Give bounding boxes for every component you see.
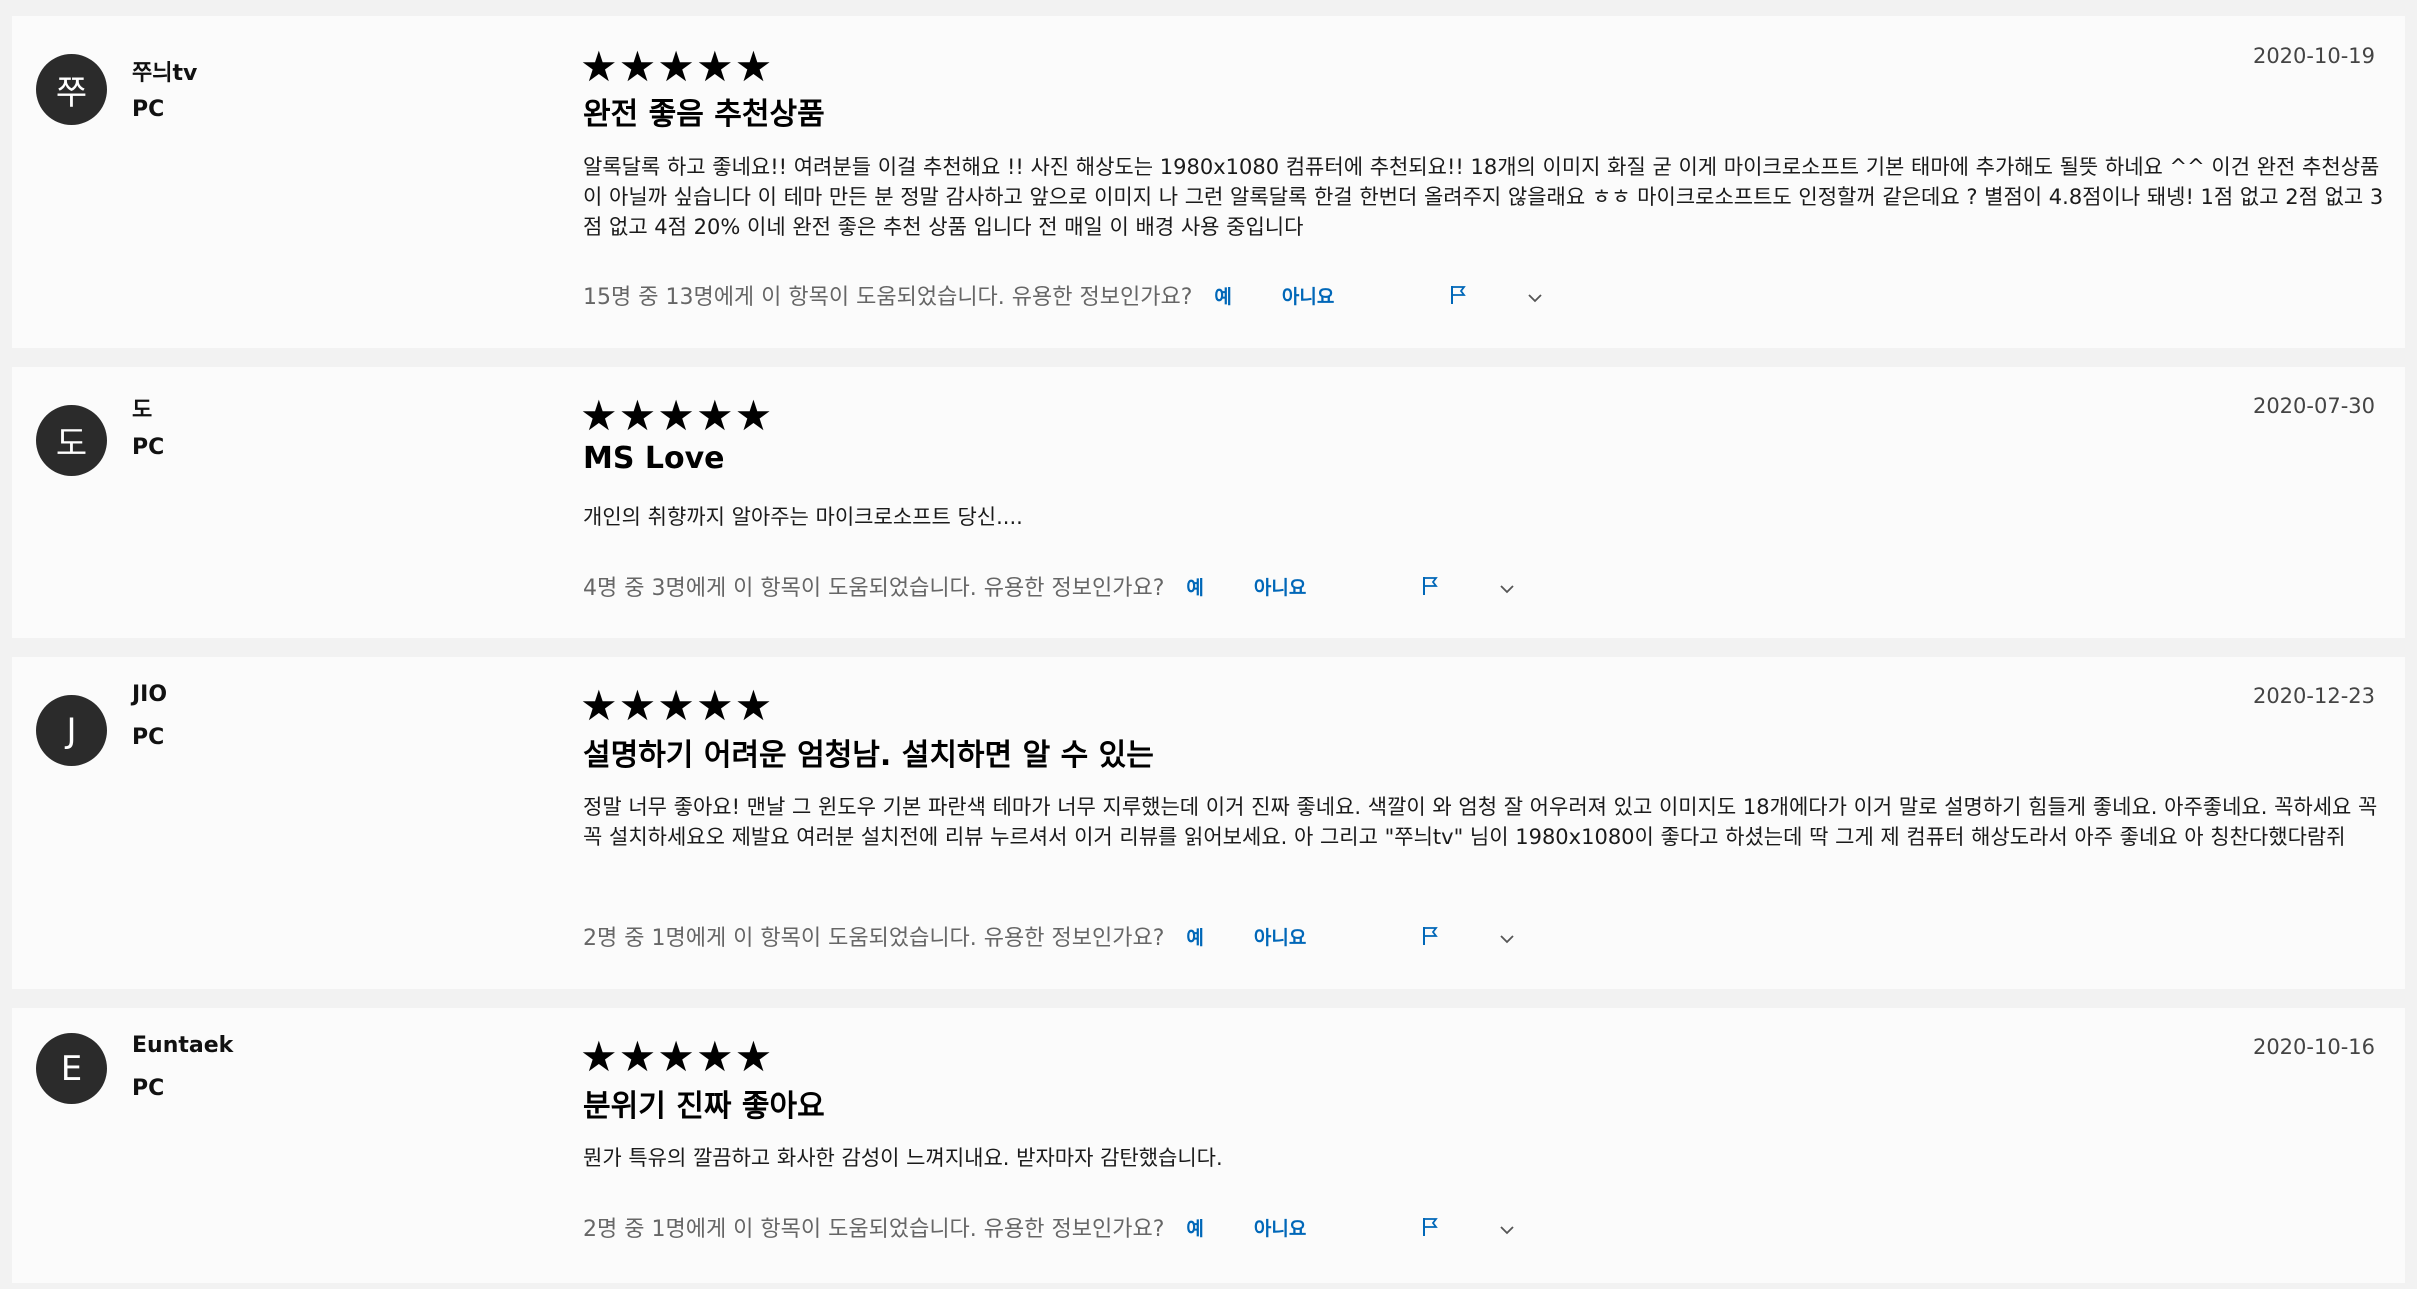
helpful-yes-button[interactable]: 예 [1186, 923, 1203, 950]
review-body: 알록달록 하고 좋네요!! 여려분들 이걸 추천해요 !! 사진 해상도는 19… [583, 155, 2384, 239]
rating-stars: ★★★★★ [580, 681, 774, 730]
review-title: 설명하기 어려운 엄청남. 설치하면 알 수 있는 [583, 738, 1154, 773]
chevron-down-icon[interactable] [1499, 930, 1515, 944]
review-card: 쭈 쭈늬tv PC ★★★★★ 완전 좋음 추천상품 알록달록 하고 좋네요!!… [12, 16, 2405, 348]
helpful-text: 2명 중 1명에게 이 항목이 도움되었습니다. 유용한 정보인가요? [583, 1217, 1165, 1242]
helpful-row: 15명 중 13명에게 이 항목이 도움되었습니다. 유용한 정보인가요? 예 … [583, 278, 1543, 312]
avatar: 도 [36, 405, 107, 476]
avatar: J [36, 695, 107, 766]
review-title: 분위기 진짜 좋아요 [583, 1089, 825, 1124]
rating-stars: ★★★★★ [580, 391, 774, 440]
helpful-no-button[interactable]: 아니요 [1254, 1214, 1306, 1241]
reviewer-name: 쭈늬tv [132, 61, 198, 86]
helpful-yes-button[interactable]: 예 [1186, 573, 1203, 600]
avatar: E [36, 1033, 107, 1104]
review-date: 2020-12-23 [2252, 684, 2375, 708]
reviewer-platform: PC [132, 725, 165, 750]
helpful-no-button[interactable]: 아니요 [1254, 573, 1306, 600]
helpful-row: 2명 중 1명에게 이 항목이 도움되었습니다. 유용한 정보인가요? 예 아니… [583, 1210, 1515, 1244]
reviewer-name: 도 [132, 398, 153, 423]
chevron-down-icon[interactable] [1499, 1221, 1515, 1235]
helpful-row: 2명 중 1명에게 이 항목이 도움되었습니다. 유용한 정보인가요? 예 아니… [583, 919, 1515, 953]
review-card: 도 도 PC ★★★★★ MS Love 개인의 취향까지 알아주는 마이크로소… [12, 367, 2405, 638]
review-body: 정말 너무 좋아요! 맨날 그 윈도우 기본 파란색 테마가 너무 지루했는데 … [583, 795, 2378, 849]
chevron-down-icon[interactable] [1499, 580, 1515, 594]
flag-icon[interactable] [1421, 925, 1441, 947]
helpful-no-button[interactable]: 아니요 [1254, 923, 1306, 950]
helpful-no-button[interactable]: 아니요 [1282, 282, 1334, 309]
helpful-yes-button[interactable]: 예 [1214, 282, 1231, 309]
helpful-text: 2명 중 1명에게 이 항목이 도움되었습니다. 유용한 정보인가요? [583, 926, 1165, 951]
rating-stars: ★★★★★ [580, 1032, 774, 1081]
helpful-text: 4명 중 3명에게 이 항목이 도움되었습니다. 유용한 정보인가요? [583, 576, 1165, 601]
flag-icon[interactable] [1421, 1216, 1441, 1238]
avatar: 쭈 [36, 54, 107, 125]
review-body: 뭔가 특유의 깔끔하고 화사한 감성이 느껴지내요. 받자마자 감탄했습니다. [583, 1146, 1223, 1170]
review-title: MS Love [583, 441, 725, 476]
rating-stars: ★★★★★ [580, 42, 774, 91]
flag-icon[interactable] [1449, 284, 1469, 306]
review-date: 2020-10-16 [2252, 1035, 2375, 1059]
reviewer-name: JIO [132, 682, 168, 707]
review-card: J JIO PC ★★★★★ 설명하기 어려운 엄청남. 설치하면 알 수 있는… [12, 657, 2405, 989]
helpful-row: 4명 중 3명에게 이 항목이 도움되었습니다. 유용한 정보인가요? 예 아니… [583, 569, 1515, 603]
helpful-yes-button[interactable]: 예 [1186, 1214, 1203, 1241]
reviewer-platform: PC [132, 1076, 165, 1101]
reviewer-platform: PC [132, 435, 165, 460]
reviewer-name: Euntaek [132, 1033, 234, 1058]
review-date: 2020-07-30 [2252, 394, 2375, 418]
review-date: 2020-10-19 [2252, 44, 2375, 68]
review-body: 개인의 취향까지 알아주는 마이크로소프트 당신.... [583, 505, 1023, 529]
review-card: E Euntaek PC ★★★★★ 분위기 진짜 좋아요 뭔가 특유의 깔끔하… [12, 1008, 2405, 1283]
reviewer-platform: PC [132, 97, 165, 122]
helpful-text: 15명 중 13명에게 이 항목이 도움되었습니다. 유용한 정보인가요? [583, 285, 1193, 310]
flag-icon[interactable] [1421, 575, 1441, 597]
review-title: 완전 좋음 추천상품 [583, 97, 825, 132]
chevron-down-icon[interactable] [1527, 289, 1543, 303]
